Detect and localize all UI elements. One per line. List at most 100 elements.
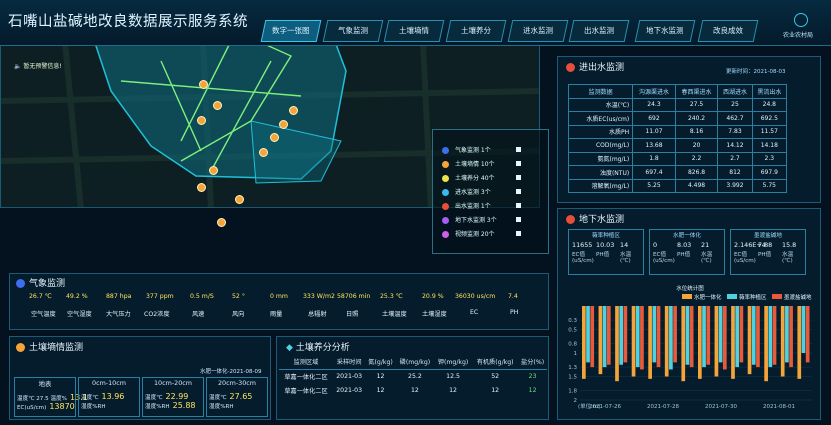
weather-value: 0 mm <box>270 293 288 300</box>
legend-checkbox[interactable] <box>516 161 521 166</box>
bar <box>598 306 603 375</box>
water-level-chart: 水位统计图水肥一体化 薇率种植区 墨渡盐碱地 0.3 0.5 0.8 1 1.3 1.5 1.8 2… <box>568 284 812 410</box>
station-name: 薇率种植区 <box>592 233 620 239</box>
station-value: 21 <box>701 241 710 249</box>
nav-tab-4[interactable]: 进水监测 <box>507 20 569 42</box>
map-marker[interactable] <box>270 133 279 142</box>
station-label: 水温 <box>782 252 794 258</box>
nav-tab-5[interactable]: 出水监测 <box>568 20 630 42</box>
moisture-value: 13870 <box>49 402 75 411</box>
legend-checkbox[interactable] <box>516 231 521 236</box>
y-tick: 1.8 <box>568 389 577 395</box>
weather-value: 52 ° <box>232 293 245 300</box>
nutrient-cell: 12 <box>449 386 457 394</box>
legend-checkbox[interactable] <box>516 217 521 222</box>
moisture-label: 湿度%RH <box>81 404 106 410</box>
moisture-column: 10cm-20cm 温度℃ 22.99 湿度%RH 25.88 <box>142 377 204 417</box>
moisture-row: 湿度%RH 25.88 <box>145 401 203 410</box>
nutrient-header: 氮(g/kg) <box>365 355 396 370</box>
nav-tab-7[interactable]: 改良成效 <box>697 20 759 42</box>
io-cell: 7.83 <box>717 124 753 139</box>
user-name[interactable]: 农业农村局 <box>783 30 813 39</box>
bar <box>656 306 661 368</box>
map-marker[interactable] <box>289 106 298 115</box>
io-header: 沟源渠进水 <box>632 84 676 99</box>
user-icon[interactable] <box>794 13 808 27</box>
legend-checkbox[interactable] <box>516 203 521 208</box>
nav-tab-1[interactable]: 气象监测 <box>322 20 384 42</box>
nutrient-row: 草嘉一体化二区 2021-03 12 25.2 12.5 52 23 <box>279 369 547 383</box>
io-cell: 浊度(NTU) <box>567 165 634 180</box>
moisture-depth: 0cm-10cm <box>92 379 126 387</box>
bar <box>582 306 586 379</box>
weather-label: 土壤湿度 <box>422 311 447 318</box>
legend-checkbox[interactable] <box>516 189 521 194</box>
map-marker[interactable] <box>217 218 226 227</box>
legend-label: 气象监测 1个 <box>455 147 491 154</box>
io-cell: 24.3 <box>632 97 676 112</box>
legend-item[interactable]: 视频监测 20个 <box>442 229 521 238</box>
nutrient-cell: 23 <box>528 372 537 380</box>
weather-label: 风向 <box>232 311 245 318</box>
map-marker[interactable] <box>235 195 244 204</box>
legend-item[interactable]: 土壤养分 40个 <box>442 173 521 182</box>
weather-label: 总辐射 <box>308 311 327 318</box>
legend-item[interactable]: 出水监测 1个 <box>442 201 521 210</box>
nav-tab-3[interactable]: 土壤养分 <box>445 20 507 42</box>
weather-value: 26.7 ℃ <box>29 293 52 300</box>
moisture-value: 25.88 <box>172 401 196 410</box>
station-value: 7.88 <box>758 241 773 249</box>
io-cell: 水质EC(us/cm) <box>567 111 634 126</box>
bar <box>689 306 694 368</box>
legend-item[interactable]: 气象监测 1个 <box>442 145 521 154</box>
legend-item[interactable]: 地下水监测 3个 <box>442 215 521 224</box>
groundwater-title: 地下水监测 <box>566 212 624 225</box>
bar <box>768 306 773 368</box>
station-value: 10.03 <box>596 241 615 249</box>
groundwater-station: 墨渡盐碱地 2.146E+4 EC值 (uS/cm) 7.88 PH值 15.8 水温 (℃) <box>730 229 806 275</box>
io-cell: 697.4 <box>632 165 676 180</box>
nav-tab-6[interactable]: 地下水监测 <box>634 20 696 42</box>
map-marker[interactable] <box>199 80 208 89</box>
map-marker[interactable] <box>259 148 268 157</box>
nutrient-cell: 草嘉一体化二区 <box>284 387 328 395</box>
station-name: 水肥一体化 <box>673 233 701 239</box>
moisture-depth: 10cm-20cm <box>153 379 193 387</box>
io-cell: 5.75 <box>751 178 788 193</box>
bar <box>772 306 777 365</box>
io-header: 黑流出水 <box>751 84 788 99</box>
bar <box>673 306 677 363</box>
bar <box>606 306 611 365</box>
weather-label: 日照 <box>346 311 359 318</box>
map-marker[interactable] <box>197 183 206 192</box>
legend-dot-icon <box>442 189 449 196</box>
nav-tab-label: 气象监测 <box>338 26 368 35</box>
circle-icon <box>566 63 575 72</box>
moisture-depth: 20cm-30cm <box>217 379 257 387</box>
moisture-row: 温度℃ 27.5 温度% 13.1 <box>17 393 88 402</box>
legend-dot-icon <box>442 217 449 224</box>
io-row: 浊度(NTU) 697.4 826.8 812 697.9 <box>567 165 788 180</box>
legend-checkbox[interactable] <box>516 147 521 152</box>
map-marker[interactable] <box>279 120 288 129</box>
nutrient-header: 盐分(%) <box>518 355 547 370</box>
nutrient-header: 磷(mg/kg) <box>395 355 434 370</box>
nutrient-header: 采样时间 <box>333 355 366 370</box>
legend-item[interactable]: 土壤墒情 10个 <box>442 159 521 168</box>
legend-item[interactable]: 进水监测 3个 <box>442 187 521 196</box>
y-tick: 0.3 <box>568 318 577 324</box>
map-marker[interactable] <box>213 101 222 110</box>
nav-tab-label: 改良成效 <box>713 26 743 35</box>
legend-checkbox[interactable] <box>516 175 521 180</box>
moisture-station: 水肥一体化-2021-08-09 <box>200 369 262 375</box>
nutrient-cell: 草嘉一体化二区 <box>284 373 328 381</box>
io-row: COD(mg/L) 13.68 20 14.12 14.18 <box>567 138 788 153</box>
nav-tab-0[interactable]: 数字一张图 <box>260 20 322 42</box>
io-row: 水质PH 11.07 8.16 7.83 11.57 <box>567 124 788 139</box>
bar <box>635 306 640 368</box>
map-marker[interactable] <box>197 116 206 125</box>
nav-tab-2[interactable]: 土壤墒情 <box>383 20 445 42</box>
moisture-row: 温度℃ 22.99 <box>145 392 203 401</box>
bar <box>785 306 789 363</box>
map-marker[interactable] <box>209 166 218 175</box>
